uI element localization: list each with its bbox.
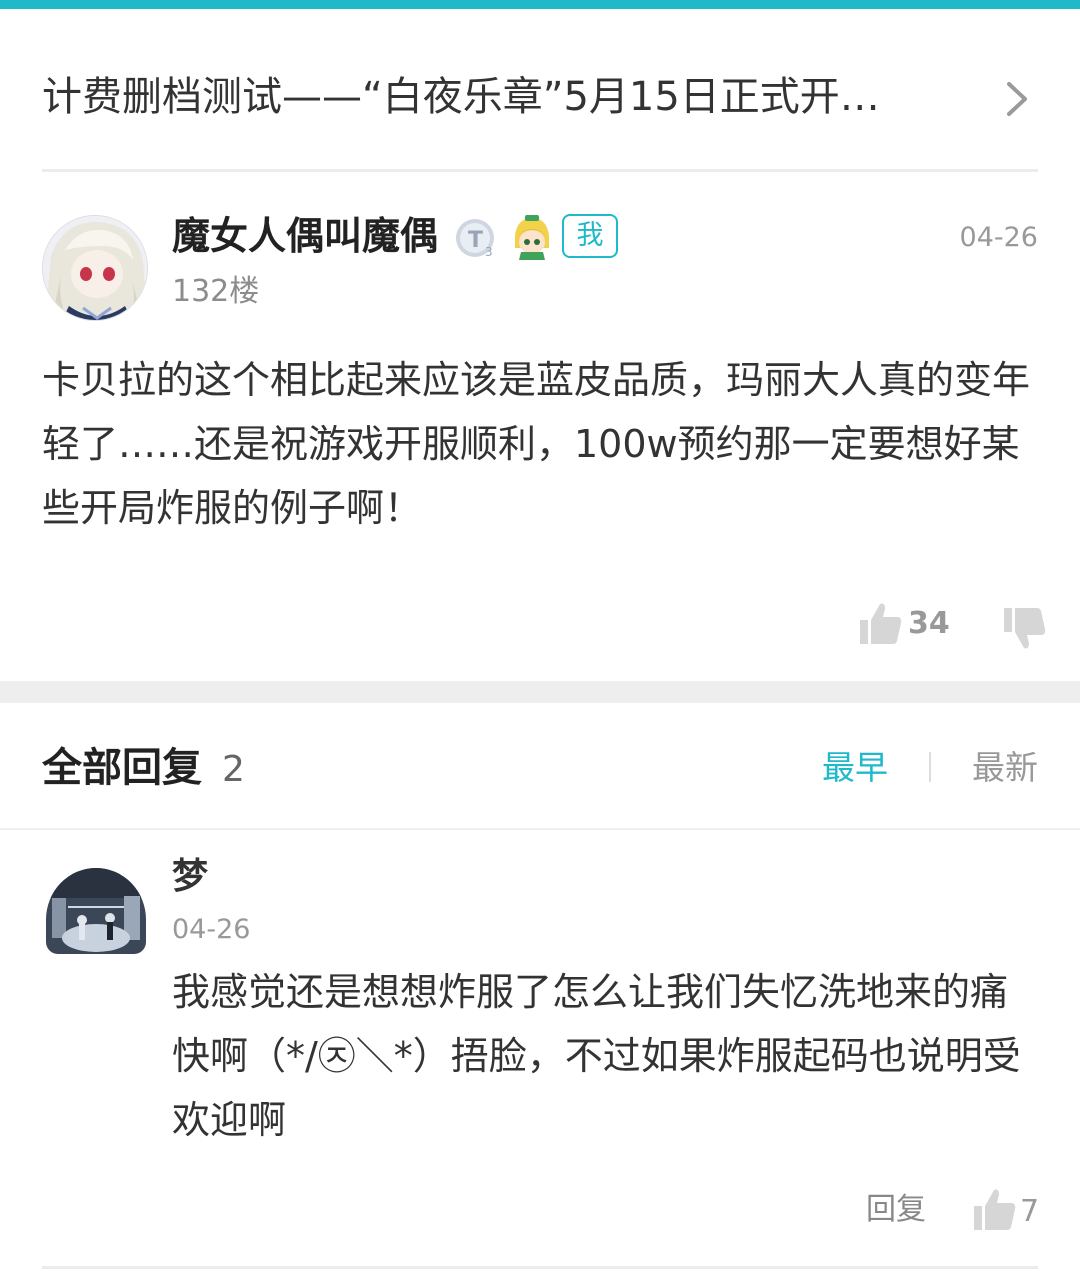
post-date: 04-26 [959,222,1038,253]
thumbs-up-icon[interactable] [858,600,902,646]
post-author-name[interactable]: 魔女人偶叫魔偶 [172,210,438,262]
divider [42,1266,1038,1269]
thread-title: 计费删档测试——“白夜乐章”5月15日正式开… [42,74,880,120]
top-accent-bar [0,0,1080,9]
all-replies-title: 全部回复 [42,745,202,791]
level-t3-badge-icon: T 3 [456,219,494,259]
me-badge: 我 [562,214,618,258]
thread-title-link[interactable]: 计费删档测试——“白夜乐章”5月15日正式开… [0,9,1080,169]
sort-earliest-tab[interactable]: 最早 [822,748,888,788]
svg-text:T: T [468,228,483,253]
reply-author-name[interactable]: 梦 [172,852,208,902]
like-count: 34 [908,606,950,641]
sort-divider [929,752,931,782]
sort-newest-tab[interactable]: 最新 [972,748,1038,788]
chevron-right-icon [1007,82,1027,116]
reply-body: 我感觉还是想想炸服了怎么让我们失忆洗地来的痛快啊（*/㉨＼*）捂脸，不过如果炸服… [172,970,1021,1142]
replies-count: 2 [222,749,245,790]
reply-like-count: 7 [1020,1194,1040,1229]
floor-number: 132楼 [172,274,260,309]
thumbs-up-icon[interactable] [972,1186,1016,1232]
divider [0,828,1080,830]
avatar[interactable] [42,215,148,321]
reply-date: 04-26 [172,914,251,945]
divider [42,169,1038,172]
section-gap [0,681,1080,703]
post-body: 卡贝拉的这个相比起来应该是蓝皮品质，玛丽大人真的变年轻了……还是祝游戏开服顺利，… [42,358,1031,530]
thumbs-down-icon[interactable] [1002,606,1046,652]
svg-text:3: 3 [485,245,493,259]
reply-button[interactable]: 回复 [866,1190,926,1230]
character-badge-icon [515,215,549,260]
reply-avatar[interactable] [46,868,146,954]
